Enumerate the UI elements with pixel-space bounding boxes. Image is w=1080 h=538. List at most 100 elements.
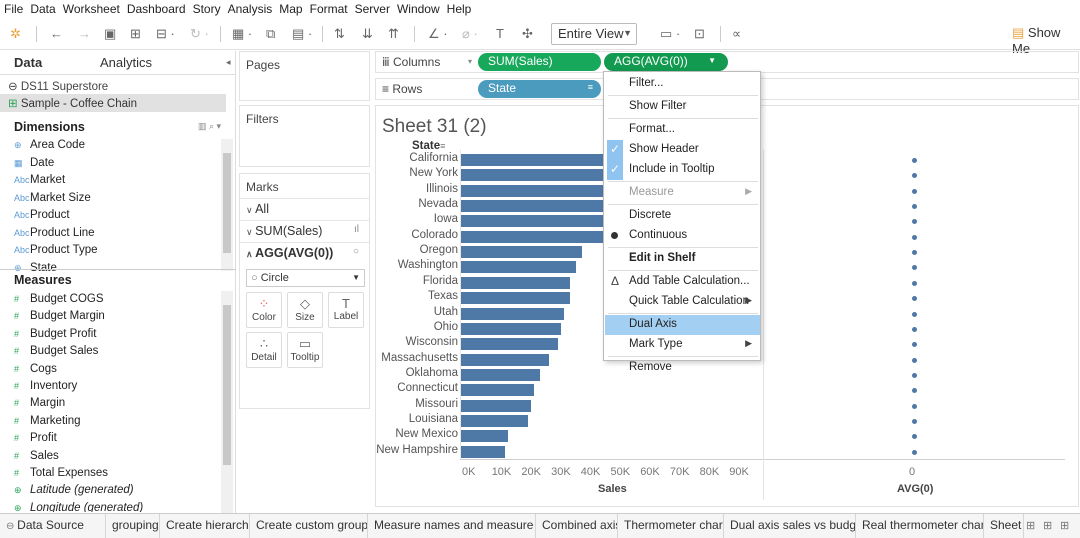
sort-ascending-icon[interactable]: ⇊ bbox=[362, 26, 373, 42]
color-button[interactable]: ⁘ Color bbox=[246, 292, 282, 328]
state-label[interactable]: California bbox=[409, 152, 458, 164]
rows-pill-state[interactable]: State ≡ bbox=[478, 80, 601, 98]
datasource-item[interactable]: ⊖ DS11 Superstore bbox=[0, 77, 226, 95]
menu-item-quick-table-calculation[interactable]: Quick Table Calculation ▶ bbox=[605, 292, 760, 312]
avg-circle-mark[interactable] bbox=[912, 372, 917, 378]
dimension-field[interactable]: ⊕ Area Code bbox=[14, 139, 85, 151]
avg-circle-mark[interactable] bbox=[912, 219, 917, 225]
menu-item-show-filter[interactable]: Show Filter bbox=[605, 97, 760, 117]
state-label[interactable]: Massachusetts bbox=[381, 352, 458, 364]
sheet-tab[interactable]: grouping bbox=[106, 514, 160, 538]
sheet-tab[interactable]: Combined axis bbox=[536, 514, 618, 538]
presentation-icon[interactable]: ⊡ bbox=[694, 26, 705, 42]
dimensions-scrollbar[interactable] bbox=[221, 139, 233, 271]
state-label[interactable]: Colorado bbox=[411, 229, 458, 241]
marks-agg-row[interactable]: ∧ AGG(AVG(0)) ○ bbox=[240, 242, 369, 264]
measure-field[interactable]: # Budget COGS bbox=[14, 293, 104, 305]
dimension-field[interactable]: AbcProduct Type bbox=[14, 244, 98, 256]
measure-field[interactable]: ⊕ Latitude (generated) bbox=[14, 484, 134, 496]
mark-type-select[interactable]: ○ Circle ▼ bbox=[246, 269, 365, 287]
menu-format[interactable]: Format bbox=[310, 2, 348, 16]
filters-card[interactable]: Filters bbox=[239, 105, 370, 167]
dimension-field[interactable]: AbcProduct Line bbox=[14, 227, 95, 239]
sales-bar[interactable] bbox=[460, 338, 558, 351]
marks-all-row[interactable]: ∨ All bbox=[240, 198, 369, 218]
back-icon[interactable]: ← bbox=[50, 26, 63, 41]
sheet-tab[interactable]: Sheet 3 bbox=[984, 514, 1024, 538]
menu-item-add-table-calculation[interactable]: Δ Add Table Calculation... bbox=[605, 272, 760, 292]
menu-item-discrete[interactable]: Discrete bbox=[605, 206, 760, 226]
fit-view-select[interactable]: Entire View ▼ bbox=[551, 23, 637, 45]
menu-item-show-header[interactable]: ✓ Show Header bbox=[605, 140, 760, 160]
dimension-field[interactable]: AbcMarket Size bbox=[14, 192, 91, 204]
show-cards-icon[interactable]: ▭ · bbox=[660, 26, 680, 42]
menu-item-format[interactable]: Format... bbox=[605, 120, 760, 140]
measure-field[interactable]: # Inventory bbox=[14, 380, 77, 392]
avg-circle-mark[interactable] bbox=[912, 234, 917, 240]
state-label[interactable]: Illinois bbox=[426, 183, 458, 195]
avg-circle-mark[interactable] bbox=[912, 204, 917, 210]
pages-card[interactable]: Pages bbox=[239, 51, 370, 101]
menu-map[interactable]: Map bbox=[279, 2, 302, 16]
menu-analysis[interactable]: Analysis bbox=[228, 2, 273, 16]
dimension-field[interactable]: ⊕ State bbox=[14, 262, 57, 272]
menu-item-remove[interactable]: Remove bbox=[605, 358, 760, 378]
avg-circle-mark[interactable] bbox=[912, 188, 917, 194]
menu-item-filter[interactable]: Filter... bbox=[605, 74, 760, 94]
menu-file[interactable]: File bbox=[4, 2, 23, 16]
state-label[interactable]: Utah bbox=[434, 306, 458, 318]
data-source-tab[interactable]: ⊖ Data Source bbox=[0, 514, 106, 538]
state-label[interactable]: Missouri bbox=[415, 398, 458, 410]
label-button[interactable]: T Label bbox=[328, 292, 364, 328]
measure-field[interactable]: # Budget Sales bbox=[14, 345, 98, 357]
state-label[interactable]: Texas bbox=[428, 290, 458, 302]
measures-scrollbar[interactable] bbox=[221, 291, 233, 513]
sales-bar[interactable] bbox=[460, 292, 570, 305]
menu-dashboard[interactable]: Dashboard bbox=[127, 2, 186, 16]
menu-server[interactable]: Server bbox=[355, 2, 390, 16]
state-label[interactable]: New York bbox=[409, 167, 458, 179]
new-datasource-icon[interactable]: ⊞ bbox=[130, 26, 141, 42]
menu-data[interactable]: Data bbox=[30, 2, 55, 16]
measure-field[interactable]: # Total Expenses bbox=[14, 467, 108, 479]
menu-item-edit-in-shelf[interactable]: Edit in Shelf bbox=[605, 249, 760, 269]
measure-field[interactable]: # Margin bbox=[14, 397, 65, 409]
new-dashboard-icon[interactable]: ⊞ bbox=[1043, 519, 1052, 532]
measure-field[interactable]: # Budget Profit bbox=[14, 328, 96, 340]
measure-field[interactable]: # Profit bbox=[14, 432, 57, 444]
dimension-field[interactable]: ▦ Date bbox=[14, 157, 54, 169]
tooltip-button[interactable]: ▭ Tooltip bbox=[287, 332, 323, 368]
measure-field[interactable]: # Budget Margin bbox=[14, 310, 105, 322]
sales-bar[interactable] bbox=[460, 261, 576, 274]
menu-item-continuous[interactable]: Continuous bbox=[605, 226, 760, 246]
sales-bar[interactable] bbox=[460, 368, 541, 381]
avg-circle-mark[interactable] bbox=[912, 296, 917, 302]
state-label[interactable]: Nevada bbox=[418, 198, 458, 210]
sales-bar[interactable] bbox=[460, 430, 508, 443]
avg-circle-mark[interactable] bbox=[912, 311, 917, 317]
sales-bar[interactable] bbox=[460, 445, 505, 458]
sheet-tab[interactable]: Thermometer chart bbox=[618, 514, 724, 538]
menu-item-include-in-tooltip[interactable]: ✓ Include in Tooltip bbox=[605, 160, 760, 180]
x-axis-title-avg[interactable]: AVG(0) bbox=[897, 483, 933, 495]
sales-bar[interactable] bbox=[460, 384, 535, 397]
sales-bar[interactable] bbox=[460, 276, 570, 289]
x-axis-title-sales[interactable]: Sales bbox=[598, 483, 627, 495]
group-icon[interactable]: ⌀ · bbox=[462, 26, 478, 42]
dimension-field[interactable]: AbcMarket bbox=[14, 174, 65, 186]
state-label[interactable]: Wisconsin bbox=[406, 336, 458, 348]
state-label[interactable]: Florida bbox=[423, 275, 458, 287]
menu-item-dual-axis[interactable]: Dual Axis bbox=[605, 315, 760, 335]
sales-bar[interactable] bbox=[460, 414, 529, 427]
avg-circle-mark[interactable] bbox=[912, 280, 917, 286]
avg-circle-mark[interactable] bbox=[912, 434, 917, 440]
duplicate-sheet-icon[interactable]: ⧉ bbox=[266, 26, 275, 42]
collapse-pane-icon[interactable]: ◂ bbox=[226, 57, 231, 68]
state-label[interactable]: New Mexico bbox=[395, 428, 458, 440]
view-options-icon[interactable]: ▥ ⌕ ▾ bbox=[198, 121, 221, 132]
avg-circle-mark[interactable] bbox=[912, 388, 917, 394]
state-label[interactable]: Louisiana bbox=[409, 413, 458, 425]
sheet-tab[interactable]: Measure names and measure va... bbox=[368, 514, 536, 538]
label-icon[interactable]: T bbox=[496, 26, 504, 41]
marks-sum-sales-row[interactable]: ∨ SUM(Sales) ıl bbox=[240, 220, 369, 240]
